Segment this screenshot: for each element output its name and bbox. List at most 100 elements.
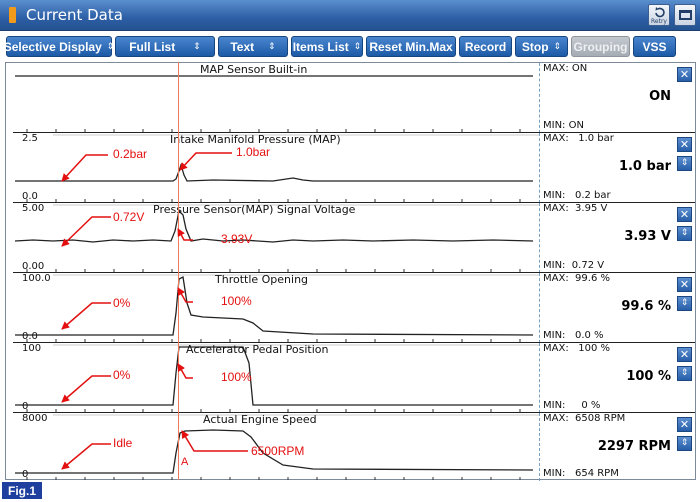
graph-panel: MAP Sensor Built-in MAX: ON ON MIN: ON ✕… (5, 62, 696, 481)
min-value: MIN: ON (543, 120, 584, 131)
close-icon: ✕ (679, 138, 690, 151)
graph-row-accelerator-pedal: 100 0 Accelerator Pedal Position MAX: 10… (6, 343, 695, 413)
annotation-label: 0% (113, 296, 131, 310)
annotation-label: Idle (113, 436, 133, 450)
graph-plot[interactable]: 100 0 Accelerator Pedal Position (13, 343, 539, 413)
max-value: MAX: 6508 RPM (543, 413, 626, 424)
double-arrow-icon: ⇕ (680, 368, 689, 378)
close-graph-button[interactable]: ✕ (677, 347, 692, 362)
updown-icon: ⇕ (268, 41, 276, 51)
retry-label: Retry (651, 18, 667, 25)
retry-button[interactable]: Retry (648, 4, 670, 26)
scale-min-label: 0.0 (22, 331, 38, 342)
min-value: MIN: 0 % (543, 400, 601, 411)
scale-max-label: 100 (22, 343, 42, 354)
graph-row-throttle-opening: 100.0 0.0 Throttle Opening MAX: 99.6 % 9… (6, 273, 695, 343)
current-value: ON (649, 89, 671, 104)
time-cursor-line[interactable] (178, 62, 179, 480)
graph-title: MAP Sensor Built-in (200, 63, 308, 76)
items-list-dropdown[interactable]: Items List ⇕ (291, 36, 363, 57)
expand-graph-button[interactable]: ⇕ (677, 436, 692, 451)
graph-title: Accelerator Pedal Position (186, 343, 329, 356)
graph-row-engine-speed: 8000 0 Actual Engine Speed MAX: 6508 RPM… (6, 413, 695, 481)
full-list-dropdown[interactable]: Full List ⇕ (115, 36, 215, 57)
graph-title: Pressure Sensor(MAP) Signal Voltage (153, 203, 356, 216)
max-value: MAX: 1.0 bar (543, 133, 614, 144)
annotation-label: 1.0bar (236, 145, 271, 159)
value-panel: MAX: 99.6 % 99.6 % MIN: 0.0 % ✕ ⇕ (539, 273, 695, 343)
cursor-label: A (181, 456, 189, 468)
current-value: 99.6 % (621, 299, 671, 314)
record-button[interactable]: Record (459, 36, 512, 57)
close-graph-button[interactable]: ✕ (677, 207, 692, 222)
graph-title: Throttle Opening (215, 273, 309, 286)
max-value: MAX: ON (543, 63, 588, 74)
annotation-label: 0.72V (113, 210, 145, 224)
window-title: Current Data (26, 6, 123, 24)
min-value: MIN: 654 RPM (543, 468, 619, 479)
toolbar: Selective Display ⇕ Full List ⇕ Text ⇕ Item… (0, 31, 700, 61)
updown-icon: ⇕ (353, 41, 362, 51)
selective-display-dropdown[interactable]: Selective Display ⇕ (4, 36, 115, 57)
window-restore-icon (679, 10, 692, 20)
max-value: MAX: 3.95 V (543, 203, 608, 214)
text-dropdown[interactable]: Text ⇕ (218, 36, 288, 57)
title-bar: Current Data Retry (0, 0, 700, 31)
value-panel: MAX: ON ON MIN: ON ✕ (539, 63, 695, 133)
close-icon: ✕ (679, 278, 690, 291)
graph-plot[interactable]: MAP Sensor Built-in (13, 63, 539, 133)
expand-graph-button[interactable]: ⇕ (677, 156, 692, 171)
close-graph-button[interactable]: ✕ (677, 277, 692, 292)
min-value: MIN: 0.2 bar (543, 190, 611, 201)
double-arrow-icon: ⇕ (680, 228, 689, 238)
scale-min-label: 0 (22, 469, 29, 480)
graph-plot[interactable]: 2.5 0.0 Intake Manifold Pressure (MAP) (13, 133, 539, 203)
value-panel: MAX: 1.0 bar 1.0 bar MIN: 0.2 bar ✕ ⇕ (539, 133, 695, 203)
annotation-label: 0.2bar (113, 147, 148, 161)
min-value: MIN: 0.72 V (543, 260, 605, 271)
min-value: MIN: 0.0 % (543, 330, 604, 341)
current-value: 2297 RPM (597, 439, 671, 454)
expand-graph-button[interactable]: ⇕ (677, 226, 692, 241)
grouping-button: Grouping (571, 36, 630, 57)
annotation-label: 3.93V (221, 232, 253, 246)
scale-max-label: 5.00 (22, 203, 45, 214)
graph-plot[interactable]: 100.0 0.0 Throttle Opening (13, 273, 539, 343)
close-icon: ✕ (679, 68, 690, 81)
close-icon: ✕ (679, 208, 690, 221)
close-graph-button[interactable]: ✕ (677, 67, 692, 82)
graph-title: Actual Engine Speed (203, 413, 317, 426)
updown-icon: ⇕ (553, 41, 562, 51)
annotation-label: 100% (221, 370, 252, 384)
title-bar-icon (9, 7, 16, 23)
current-value: 1.0 bar (618, 159, 671, 174)
vss-button[interactable]: VSS (633, 36, 676, 57)
max-value: MAX: 100 % (543, 343, 610, 354)
close-graph-button[interactable]: ✕ (677, 137, 692, 152)
graph-plot[interactable]: 5.00 0.00 Pressure Sensor(MAP) Signal Vo… (13, 203, 539, 273)
figure-label: Fig.1 (2, 482, 42, 499)
data-trace-line (15, 162, 533, 182)
expand-graph-button[interactable]: ⇕ (677, 296, 692, 311)
updown-icon: ⇕ (106, 41, 115, 51)
annotation-label: 6500RPM (251, 444, 305, 458)
scale-min-label: 0.0 (22, 191, 38, 202)
annotation-label: 0% (113, 368, 131, 382)
graph-row-intake-manifold-pressure: 2.5 0.0 Intake Manifold Pressure (MAP) M… (6, 133, 695, 203)
double-arrow-icon: ⇕ (680, 158, 689, 168)
scale-max-label: 8000 (22, 413, 48, 424)
graph-row-map-sensor-builtin: MAP Sensor Built-in MAX: ON ON MIN: ON ✕ (6, 63, 695, 133)
annotation-label: 100% (221, 294, 252, 308)
double-arrow-icon: ⇕ (680, 298, 689, 308)
close-graph-button[interactable]: ✕ (677, 417, 692, 432)
expand-graph-button[interactable]: ⇕ (677, 366, 692, 381)
value-panel: MAX: 3.95 V 3.93 V MIN: 0.72 V ✕ ⇕ (539, 203, 695, 273)
reset-min-max-button[interactable]: Reset Min.Max (366, 36, 456, 57)
value-panel: MAX: 6508 RPM 2297 RPM MIN: 654 RPM ✕ ⇕ (539, 413, 695, 481)
updown-icon: ⇕ (193, 41, 201, 51)
retry-icon (655, 7, 665, 18)
stop-dropdown[interactable]: Stop ⇕ (515, 36, 568, 57)
window-restore-button[interactable] (674, 4, 696, 26)
close-icon: ✕ (679, 418, 690, 431)
double-arrow-icon: ⇕ (680, 438, 689, 448)
